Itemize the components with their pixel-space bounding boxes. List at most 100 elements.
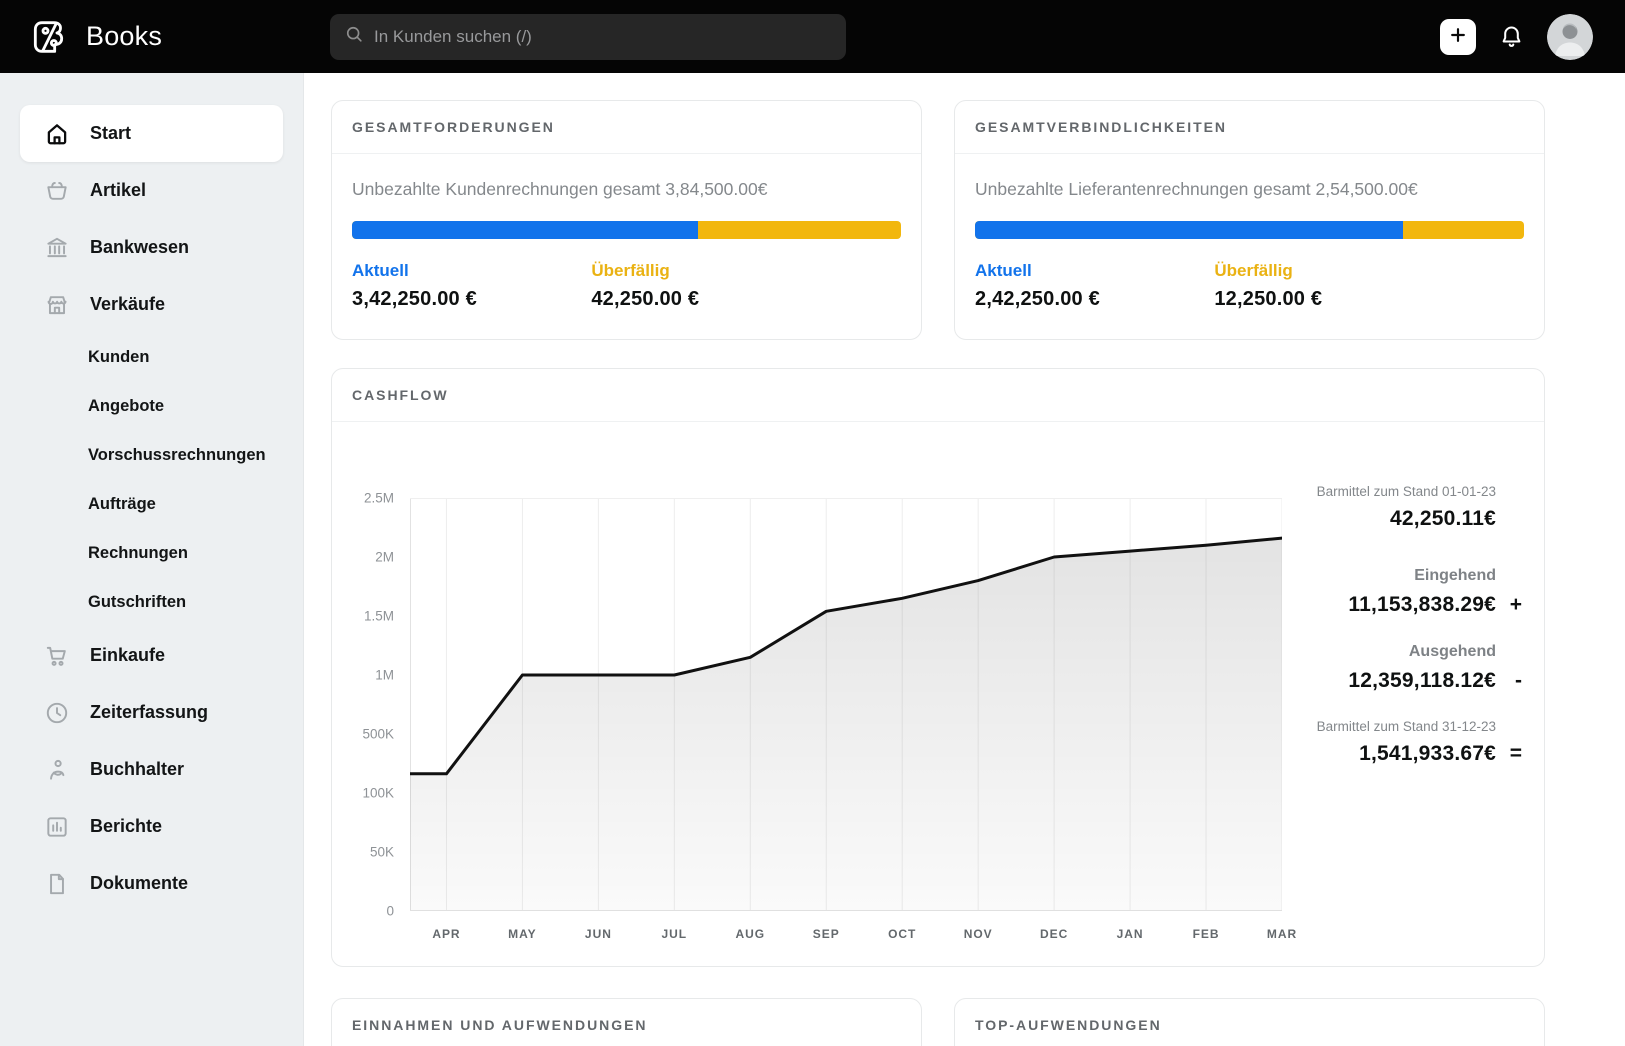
bank-icon bbox=[44, 235, 70, 261]
sidebar-item-label: Verkäufe bbox=[90, 294, 166, 314]
receivables-current-label: Aktuell bbox=[352, 261, 409, 280]
search-icon bbox=[344, 24, 364, 49]
payables-progress-bar bbox=[975, 221, 1524, 239]
clock-icon bbox=[44, 700, 70, 726]
add-button[interactable] bbox=[1440, 18, 1476, 55]
receivables-progress-current bbox=[352, 221, 698, 239]
payables-overdue-value: 12,250.00 € bbox=[1214, 288, 1323, 310]
cashflow-stat-value: 11,153,838.29€ bbox=[1348, 593, 1496, 616]
sidebar-item-kunden[interactable]: Kunden bbox=[20, 333, 283, 382]
sidebar-item-angebote[interactable]: Angebote bbox=[20, 382, 283, 431]
cashflow-stat-label: Eingehend bbox=[1414, 567, 1496, 584]
basket-icon bbox=[44, 178, 70, 204]
x-tick-label: JUL bbox=[661, 927, 688, 941]
y-tick-label: 100K bbox=[362, 785, 394, 801]
x-tick-label: APR bbox=[432, 927, 461, 941]
sidebar-item-rechnungen[interactable]: Rechnungen bbox=[20, 529, 283, 578]
store-icon bbox=[44, 292, 70, 318]
sidebar-item-berichte[interactable]: Berichte bbox=[20, 798, 283, 855]
cashflow-chart bbox=[410, 498, 1282, 911]
sidebar-item-vorschussrechnungen[interactable]: Vorschussrechnungen bbox=[20, 431, 283, 480]
payables-subtitle: Unbezahlte Lieferantenrechnungen gesamt … bbox=[975, 179, 1418, 199]
x-tick-label: FEB bbox=[1192, 927, 1220, 941]
y-tick-label: 1M bbox=[375, 667, 394, 683]
search-input[interactable] bbox=[374, 26, 832, 47]
receivables-overdue-label: Überfällig bbox=[591, 261, 670, 280]
sidebar-item-zeiterfassung[interactable]: Zeiterfassung bbox=[20, 684, 283, 741]
app-title: Books bbox=[86, 21, 163, 51]
sidebar-item-label: Vorschussrechnungen bbox=[88, 446, 266, 464]
user-avatar[interactable] bbox=[1547, 13, 1593, 60]
y-tick-label: 0 bbox=[386, 903, 394, 919]
payables-card: GESAMTVERBINDLICHKEITEN Unbezahlte Liefe… bbox=[954, 100, 1545, 340]
sidebar-item-artikel[interactable]: Artikel bbox=[20, 162, 283, 219]
sidebar-item-verkufe[interactable]: Verkäufe bbox=[20, 276, 283, 333]
plus-icon bbox=[1448, 25, 1468, 48]
cashflow-stat-value: 42,250.11€ bbox=[1390, 507, 1496, 530]
sidebar-item-bankwesen[interactable]: Bankwesen bbox=[20, 219, 283, 276]
y-tick-label: 2.5M bbox=[363, 490, 394, 506]
home-icon bbox=[44, 121, 70, 147]
cashflow-stat-label: Ausgehend bbox=[1408, 643, 1496, 660]
x-tick-label: JUN bbox=[584, 927, 612, 941]
notifications-bell-icon[interactable] bbox=[1498, 23, 1525, 50]
x-tick-label: AUG bbox=[735, 927, 766, 941]
x-tick-label: JAN bbox=[1116, 927, 1144, 941]
sidebar-item-label: Artikel bbox=[90, 180, 147, 200]
sidebar-item-label: Einkaufe bbox=[90, 645, 166, 665]
y-tick-label: 1.5M bbox=[363, 608, 394, 624]
payables-overdue-label: Überfällig bbox=[1214, 261, 1293, 280]
summary-row: GESAMTFORDERUNGEN Unbezahlte Kundenrechn… bbox=[331, 100, 1545, 340]
receivables-progress-bar bbox=[352, 221, 901, 239]
sidebar-item-auftrge[interactable]: Aufträge bbox=[20, 480, 283, 529]
report-chart-icon bbox=[44, 814, 70, 840]
cashflow-stat-sign: - bbox=[1515, 669, 1522, 692]
sidebar-item-label: Start bbox=[90, 123, 132, 143]
sidebar-item-label: Berichte bbox=[90, 816, 163, 836]
sidebar-item-label: Rechnungen bbox=[88, 544, 188, 562]
sidebar-item-einkaufe[interactable]: Einkaufe bbox=[20, 627, 283, 684]
x-tick-label: MAY bbox=[508, 927, 537, 941]
receivables-current-value: 3,42,250.00 € bbox=[352, 288, 477, 310]
cashflow-stat-label: Barmittel zum Stand 31-12-23 bbox=[1316, 719, 1496, 734]
document-icon bbox=[44, 871, 70, 897]
sidebar-nav: Start Artikel Bankwesen Verkäufe Kunden Angeb… bbox=[20, 105, 283, 912]
page: Books In Kunden suchen (/) Start Artikel… bbox=[0, 0, 1625, 1046]
cashflow-x-axis: APR MAY JUN JUL AUG SEP OCT NOV DEC JAN FEB MAR bbox=[410, 911, 1296, 953]
cashflow-stat: Barmittel zum Stand 31-12-23 1,541,933.67… bbox=[1282, 719, 1522, 766]
x-tick-label: DEC bbox=[1040, 927, 1069, 941]
cashflow-stat: Ausgehend 12,359,118.12€ - bbox=[1282, 643, 1522, 693]
sidebar-item-label: Aufträge bbox=[88, 495, 156, 513]
sidebar-item-dokumente[interactable]: Dokumente bbox=[20, 855, 283, 912]
bottom-row: EINNAHMEN UND AUFWENDUNGEN TOP-AUFWENDUN… bbox=[331, 998, 1545, 1046]
cashflow-stat-value: 12,359,118.12€ bbox=[1348, 669, 1496, 692]
cashflow-card: CASHFLOW 2.5M 2M 1.5M 1M 500K 100K 50K 0 APR MAY… bbox=[331, 368, 1545, 967]
receivables-card: GESAMTFORDERUNGEN Unbezahlte Kundenrechn… bbox=[331, 100, 922, 340]
x-tick-label: MAR bbox=[1266, 927, 1298, 941]
brand: Books bbox=[0, 17, 303, 57]
main-content: GESAMTFORDERUNGEN Unbezahlte Kundenrechn… bbox=[303, 73, 1625, 1046]
cashflow-stat-value: 1,541,933.67€ bbox=[1359, 742, 1496, 765]
top-expenses-card: TOP-AUFWENDUNGEN bbox=[954, 998, 1545, 1046]
cashflow-card-title: CASHFLOW bbox=[332, 369, 1544, 422]
cashflow-stat: Eingehend 11,153,838.29€ + bbox=[1282, 567, 1522, 617]
y-tick-label: 500K bbox=[362, 726, 394, 742]
payables-current-label: Aktuell bbox=[975, 261, 1032, 280]
cashflow-stat-sign: + bbox=[1509, 593, 1522, 616]
sidebar-item-label: Dokumente bbox=[90, 873, 189, 893]
topbar-actions bbox=[1440, 13, 1625, 60]
books-logo-icon bbox=[30, 17, 70, 57]
x-tick-label: NOV bbox=[963, 927, 993, 941]
sidebar-item-label: Angebote bbox=[88, 397, 165, 415]
y-tick-label: 2M bbox=[375, 549, 394, 565]
sidebar-item-gutschriften[interactable]: Gutschriften bbox=[20, 578, 283, 627]
x-tick-label: SEP bbox=[812, 927, 840, 941]
sidebar-item-label: Zeiterfassung bbox=[90, 702, 209, 722]
search-box[interactable] bbox=[330, 13, 846, 60]
top-expenses-card-title: TOP-AUFWENDUNGEN bbox=[955, 999, 1544, 1046]
income-expense-card-title: EINNAHMEN UND AUFWENDUNGEN bbox=[332, 999, 921, 1046]
sidebar-item-start[interactable]: Start bbox=[20, 105, 283, 162]
sidebar-item-label: Kunden bbox=[88, 348, 150, 366]
topbar: Books bbox=[0, 0, 1625, 73]
sidebar-item-buchhalter[interactable]: Buchhalter bbox=[20, 741, 283, 798]
